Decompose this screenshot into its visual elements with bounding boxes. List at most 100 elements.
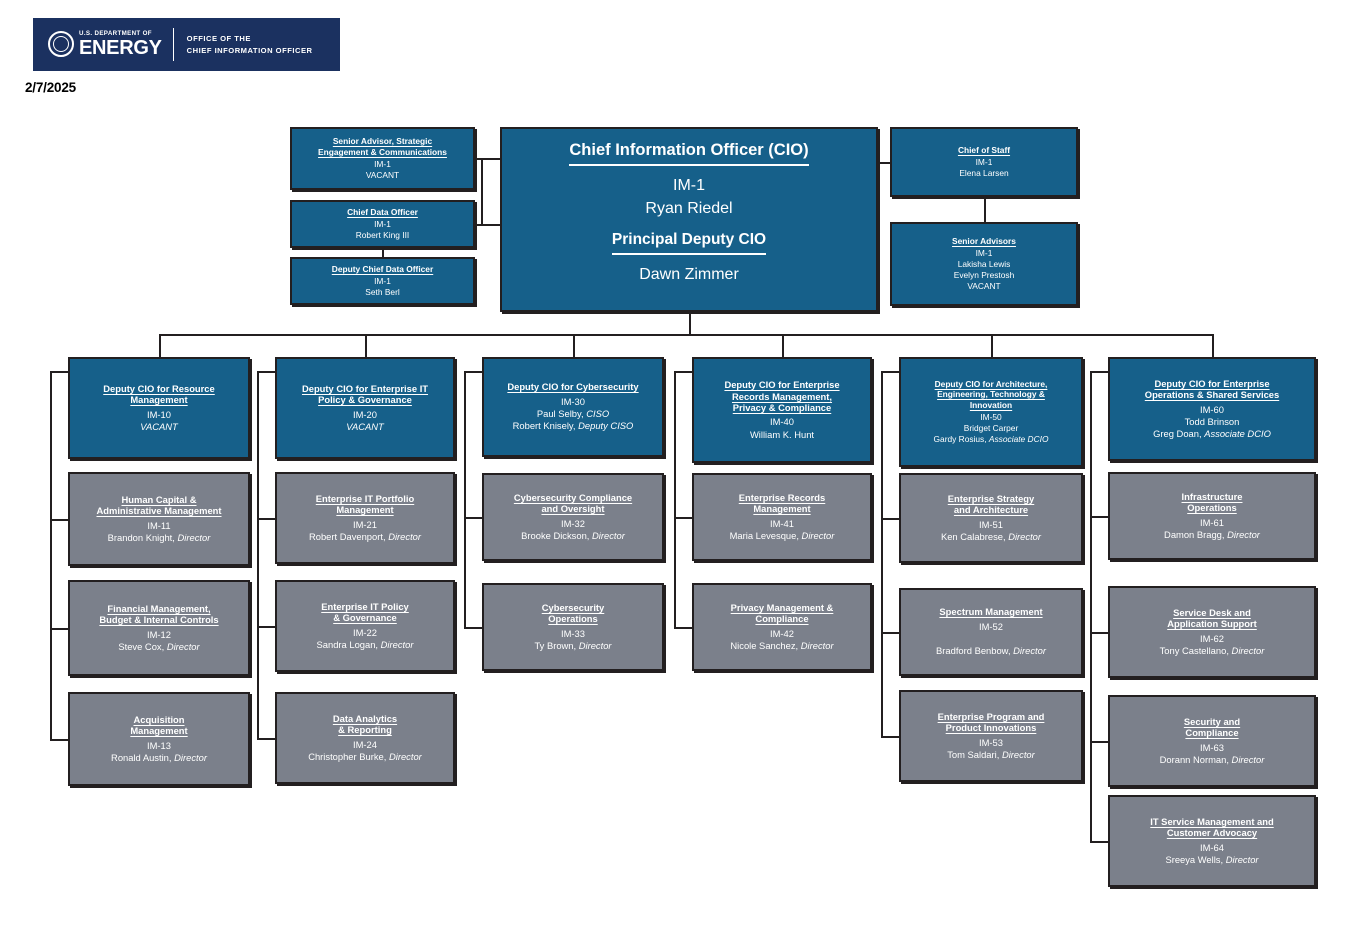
node-code: IM-20 <box>353 408 377 420</box>
node-acquisition-management[interactable]: Acquisition Management IM-13 Ronald Austin,… <box>68 692 250 786</box>
node-person: Christopher Burke, Director <box>308 750 422 762</box>
node-code: IM-1 <box>374 219 391 230</box>
node-title: Deputy CIO for Architecture, Engineering,… <box>934 379 1048 410</box>
node-title: Acquisition Management <box>130 713 188 737</box>
node-it-service-management-and-customer-advocacy[interactable]: IT Service Management and Customer Advoca… <box>1108 795 1316 887</box>
node-security-and-compliance[interactable]: Security and Compliance IM-63 Dorann Norman… <box>1108 695 1316 787</box>
node-title: Chief of Staff <box>957 144 1011 155</box>
node-code: IM-51 <box>979 518 1003 530</box>
node-title: Deputy CIO for Resource Management <box>103 382 215 406</box>
node-service-desk-and-application-support[interactable]: Service Desk and Application Support IM-62… <box>1108 586 1316 678</box>
node-cybersecurity-compliance-and-oversight[interactable]: Cybersecurity Compliance and Oversight IM-… <box>482 473 664 561</box>
connector-line <box>881 518 899 520</box>
node-deputy-cio-for-enterprise-operations-and-share[interactable]: Deputy CIO for Enterprise Operations & Sh… <box>1108 357 1316 461</box>
connector-line <box>689 312 691 335</box>
node-enterprise-it-portfolio-management[interactable]: Enterprise IT Portfolio Management IM-21 Ro… <box>275 472 455 564</box>
node-title: Cybersecurity Operations <box>541 601 605 625</box>
node-person: Todd Brinson <box>1184 415 1240 427</box>
banner-divider <box>172 28 174 61</box>
connector-line <box>573 334 575 357</box>
node-title: IT Service Management and Customer Advoca… <box>1150 815 1274 839</box>
node-person: Maria Levesque, Director <box>729 529 835 541</box>
connector-line <box>159 334 1212 336</box>
connector-line <box>257 626 275 628</box>
office-line-1: OFFICE OF THE <box>186 33 251 43</box>
node-title: Deputy CIO for Cybersecurity <box>507 381 639 393</box>
node-deputy-cio-for-architecture-engineering-techno[interactable]: Deputy CIO for Architecture, Engineering,… <box>899 357 1083 467</box>
node-person: Sreeya Wells, Director <box>1165 853 1259 865</box>
node-title: Enterprise Strategy and Architecture <box>947 492 1035 516</box>
node-code: IM-50 <box>980 411 1002 422</box>
node-data-analytics-and-reporting[interactable]: Data Analytics & Reporting IM-24 Christophe… <box>275 692 455 784</box>
doe-wordmark: U.S. DEPARTMENT OF ENERGY <box>79 30 162 58</box>
node-financial-management-budget-and-internal-contr[interactable]: Financial Management, Budget & Internal C… <box>68 580 250 676</box>
node-code: IM-62 <box>1200 632 1224 644</box>
connector-line <box>50 739 68 741</box>
node-deputy-chief-data-officer[interactable]: Deputy Chief Data Officer IM-1 Seth Berl <box>290 257 475 305</box>
node-person: VACANT <box>967 281 1001 292</box>
node-code: IM-40 <box>770 416 794 428</box>
doe-seal-icon <box>48 31 74 58</box>
node-title: Chief Data Officer <box>347 206 418 217</box>
node-enterprise-strategy-and-architecture[interactable]: Enterprise Strategy and Architecture IM-51… <box>899 473 1083 563</box>
node-title: Enterprise Program and Product Innovation… <box>937 710 1045 734</box>
node-person: Nicole Sanchez, Director <box>730 639 834 651</box>
node-person: VACANT <box>346 420 384 432</box>
node-deputy-cio-for-cybersecurity[interactable]: Deputy CIO for Cybersecurity IM-30 Paul Se… <box>482 357 664 457</box>
node-details: IM-32 Brooke Dickson, Director <box>521 518 625 542</box>
node-enterprise-it-policy-and-governance[interactable]: Enterprise IT Policy & Governance IM-22 San… <box>275 580 455 672</box>
node-infrastructure-operations[interactable]: Infrastructure Operations IM-61 Damon Bragg… <box>1108 472 1316 560</box>
node-deputy-cio-for-resource-management[interactable]: Deputy CIO for Resource Management IM-10 VA… <box>68 357 250 459</box>
node-deputy-cio-for-enterprise-records-management[interactable]: Deputy CIO for Enterprise Records Managem… <box>692 357 872 463</box>
node-details: IM-1 Seth Berl <box>365 276 399 298</box>
node-details: IM-64 Sreeya Wells, Director <box>1165 842 1258 866</box>
node-code: IM-42 <box>770 627 794 639</box>
node-senior-advisor-strategic-engagement-and-commun[interactable]: Senior Advisor, Strategic Engagement & Co… <box>290 127 475 190</box>
node-details: IM-41 Maria Levesque, Director <box>730 518 835 542</box>
node-deputy-cio-for-enterprise-it-policy-and-govern[interactable]: Deputy CIO for Enterprise IT Policy & Gov… <box>275 357 455 459</box>
office-name: OFFICE OF THE CHIEF INFORMATION OFFICER <box>187 33 313 57</box>
node-senior-advisors[interactable]: Senior Advisors IM-1 Lakisha Lewis Evelyn P… <box>890 222 1078 306</box>
node-cybersecurity-operations[interactable]: Cybersecurity Operations IM-33 Ty Brown, Di… <box>482 583 664 671</box>
node-person: Robert King III <box>355 230 410 241</box>
org-chart-canvas: U.S. DEPARTMENT OF ENERGY OFFICE OF THE … <box>0 0 1350 935</box>
connector-line <box>464 517 482 519</box>
node-title: Service Desk and Application Support <box>1167 606 1257 630</box>
node-code: IM-1 <box>975 157 993 168</box>
node-chief-information-officer[interactable]: Chief Information Officer (CIO) IM-1 Rya… <box>500 127 878 312</box>
node-code: IM-21 <box>353 518 377 530</box>
node-details: IM-11 Brandon Knight, Director <box>108 520 211 544</box>
node-title: Deputy CIO for Enterprise IT Policy & Gov… <box>301 382 429 406</box>
connector-line <box>1212 334 1214 357</box>
node-details: IM-30 Paul Selby, CISO Robert Knisely, Dep… <box>513 396 634 433</box>
principal-deputy-cio-title: Principal Deputy CIO <box>611 231 767 255</box>
node-chief-of-staff[interactable]: Chief of Staff IM-1 Elena Larsen <box>890 127 1078 197</box>
node-title: Financial Management, Budget & Internal C… <box>99 602 219 626</box>
node-enterprise-program-and-product-innovations[interactable]: Enterprise Program and Product Innovation… <box>899 690 1083 782</box>
node-spectrum-management[interactable]: Spectrum Management IM-52 Bradford Benbow… <box>899 588 1083 676</box>
node-title: Spectrum Management <box>939 606 1043 618</box>
node-code: IM-1 <box>374 276 391 287</box>
office-line-2: CHIEF INFORMATION OFFICER <box>186 45 313 55</box>
node-details: IM-52 Bradford Benbow, Director <box>936 621 1046 658</box>
node-person: Bradford Benbow, Director <box>936 645 1046 657</box>
node-enterprise-records-management[interactable]: Enterprise Records Management IM-41 Maria L… <box>692 473 872 561</box>
node-person: Bridget Carper <box>963 422 1019 433</box>
principal-deputy-cio-details: Dawn Zimmer <box>639 264 739 287</box>
node-privacy-management-and-compliance[interactable]: Privacy Management & Compliance IM-42 Nicol… <box>692 583 872 671</box>
connector-line <box>50 371 52 739</box>
node-human-capital-and-administrative-management[interactable]: Human Capital & Administrative Management… <box>68 472 250 566</box>
node-title: Enterprise Records Management <box>738 491 826 515</box>
node-code: IM-10 <box>147 408 171 420</box>
connector-line <box>1090 632 1108 634</box>
node-person: Robert Davenport, Director <box>308 530 422 542</box>
connector-line <box>50 628 68 630</box>
node-details: IM-63 Dorann Norman, Director <box>1160 742 1265 766</box>
node-person: Seth Berl <box>365 287 400 298</box>
node-chief-data-officer[interactable]: Chief Data Officer IM-1 Robert King III <box>290 200 475 248</box>
connector-line <box>159 334 161 357</box>
connector-line <box>674 627 692 629</box>
connector-line <box>674 517 692 519</box>
node-person: Tom Saldari, Director <box>947 748 1035 760</box>
connector-line <box>881 736 899 738</box>
